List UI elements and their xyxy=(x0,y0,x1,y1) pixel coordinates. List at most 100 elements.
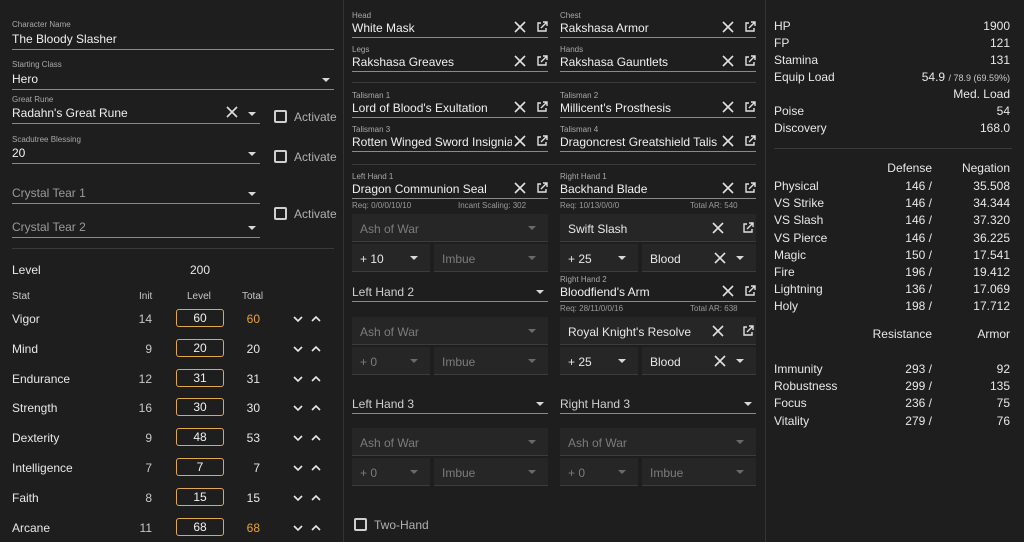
clear-icon[interactable] xyxy=(722,101,734,113)
chevron-up-icon[interactable] xyxy=(311,462,321,476)
chevron-down-icon[interactable] xyxy=(293,432,303,446)
open-external-icon[interactable] xyxy=(536,21,548,33)
left-hand-3-select[interactable]: Left Hand 3 xyxy=(352,397,548,414)
great-rune-activate-label: Activate xyxy=(294,110,337,124)
left-hand-2-select[interactable]: Left Hand 2 xyxy=(352,285,548,302)
clear-icon[interactable] xyxy=(514,21,526,33)
starting-class-select[interactable]: Hero xyxy=(12,72,334,90)
stat-arcane-level-input[interactable]: 68 xyxy=(176,517,224,536)
clear-icon[interactable] xyxy=(722,285,734,297)
open-external-icon[interactable] xyxy=(744,101,756,113)
right-hand-2-upgrade-select[interactable]: + 25 xyxy=(560,347,638,375)
clear-icon[interactable] xyxy=(722,182,734,194)
open-external-icon[interactable] xyxy=(744,21,756,33)
left-hand-3-imbue-select[interactable]: Imbue xyxy=(434,458,548,486)
left-hand-1-imbue-select[interactable]: Imbue xyxy=(434,244,548,272)
right-hand-1-upgrade-select[interactable]: + 25 xyxy=(560,244,638,272)
right-hand-2-imbue-select[interactable]: Blood xyxy=(642,347,756,375)
clear-icon[interactable] xyxy=(514,55,526,67)
left-hand-3-ash-select[interactable]: Ash of War xyxy=(352,428,548,456)
right-hand-1-imbue-select[interactable]: Blood xyxy=(642,244,756,272)
init-header: Init xyxy=(139,291,153,302)
chevron-up-icon[interactable] xyxy=(311,492,321,506)
right-hand-3-ash-select[interactable]: Ash of War xyxy=(560,428,756,456)
stat-strength-level-input[interactable]: 30 xyxy=(176,398,224,417)
stat-dexterity-level-input[interactable]: 48 xyxy=(176,428,224,447)
right-hand-1-requirements: Req: 10/13/0/0/0 xyxy=(560,201,620,210)
talisman-4-select[interactable]: Dragoncrest Greatshield Talisman xyxy=(560,135,756,152)
chevron-up-icon[interactable] xyxy=(311,313,321,327)
right-hand-3-imbue-select[interactable]: Imbue xyxy=(642,458,756,486)
open-external-icon[interactable] xyxy=(536,182,548,194)
stat-mind-level-input[interactable]: 20 xyxy=(176,338,224,357)
talisman-1-select[interactable]: Lord of Blood's Exultation xyxy=(352,101,548,118)
right-hand-2-ash-select[interactable]: Royal Knight's Resolve xyxy=(560,317,756,345)
great-rune-activate-checkbox[interactable] xyxy=(274,110,287,123)
right-hand-2-select[interactable]: Bloodfiend's Arm xyxy=(560,285,756,302)
crystal-tear-activate-checkbox[interactable] xyxy=(274,207,287,220)
left-hand-2-imbue-select[interactable]: Imbue xyxy=(434,347,548,375)
open-external-icon[interactable] xyxy=(536,101,548,113)
open-external-icon[interactable] xyxy=(536,55,548,67)
clear-icon[interactable] xyxy=(722,55,734,67)
stat-endurance-level-input[interactable]: 31 xyxy=(176,368,224,387)
clear-icon[interactable] xyxy=(514,135,526,147)
right-hand-3-upgrade-select[interactable]: + 0 xyxy=(560,458,638,486)
left-hand-3-upgrade-select[interactable]: + 0 xyxy=(352,458,430,486)
chevron-down-icon[interactable] xyxy=(293,492,303,506)
chevron-up-icon[interactable] xyxy=(311,432,321,446)
chevron-down-icon[interactable] xyxy=(293,343,303,357)
clear-icon[interactable] xyxy=(712,325,724,337)
column-divider xyxy=(765,0,766,542)
clear-icon[interactable] xyxy=(714,355,726,367)
chevron-down-icon xyxy=(528,329,536,333)
great-rune-select[interactable]: Radahn's Great Rune xyxy=(12,106,260,124)
character-name-input[interactable]: The Bloody Slasher xyxy=(12,32,334,50)
clear-icon[interactable] xyxy=(722,135,734,147)
open-external-icon[interactable] xyxy=(742,222,754,234)
chevron-up-icon[interactable] xyxy=(311,343,321,357)
left-hand-1-select[interactable]: Dragon Communion Seal xyxy=(352,182,548,199)
right-hand-1-ash-select[interactable]: Swift Slash xyxy=(560,214,756,242)
crystal-tear-2-select[interactable]: Crystal Tear 2 xyxy=(12,220,260,238)
hands-select[interactable]: Rakshasa Gauntlets xyxy=(560,55,756,72)
stat-vigor-level-input[interactable]: 60 xyxy=(176,309,224,327)
legs-select[interactable]: Rakshasa Greaves xyxy=(352,55,548,72)
chevron-down-icon[interactable] xyxy=(293,462,303,476)
clear-icon[interactable] xyxy=(714,252,726,264)
left-hand-1-ash-select[interactable]: Ash of War xyxy=(352,214,548,242)
clear-icon[interactable] xyxy=(514,182,526,194)
stat-faith-level-input[interactable]: 15 xyxy=(176,487,224,506)
crystal-tear-1-select[interactable]: Crystal Tear 1 xyxy=(12,186,260,204)
clear-icon[interactable] xyxy=(712,222,724,234)
chevron-down-icon[interactable] xyxy=(293,313,303,327)
head-select[interactable]: White Mask xyxy=(352,21,548,38)
left-hand-1-upgrade-select[interactable]: + 10 xyxy=(352,244,430,272)
open-external-icon[interactable] xyxy=(744,182,756,194)
left-hand-2-upgrade-select[interactable]: + 0 xyxy=(352,347,430,375)
right-hand-1-select[interactable]: Backhand Blade xyxy=(560,182,756,199)
chevron-down-icon[interactable] xyxy=(293,402,303,416)
chest-select[interactable]: Rakshasa Armor xyxy=(560,21,756,38)
talisman-2-select[interactable]: Millicent's Prosthesis xyxy=(560,101,756,118)
stat-intelligence-level-input[interactable]: 7 xyxy=(176,458,224,476)
scadutree-blessing-select[interactable]: 20 xyxy=(12,146,260,164)
chevron-up-icon[interactable] xyxy=(311,373,321,387)
open-external-icon[interactable] xyxy=(744,285,756,297)
clear-icon[interactable] xyxy=(722,21,734,33)
two-hand-checkbox[interactable] xyxy=(354,518,367,531)
chevron-up-icon[interactable] xyxy=(311,402,321,416)
clear-icon[interactable] xyxy=(226,106,238,118)
left-hand-2-ash-select[interactable]: Ash of War xyxy=(352,317,548,345)
chevron-up-icon[interactable] xyxy=(311,522,321,536)
open-external-icon[interactable] xyxy=(744,55,756,67)
chevron-down-icon[interactable] xyxy=(293,373,303,387)
clear-icon[interactable] xyxy=(514,101,526,113)
talisman-3-select[interactable]: Rotten Winged Sword Insignia xyxy=(352,135,548,152)
chevron-down-icon[interactable] xyxy=(293,522,303,536)
open-external-icon[interactable] xyxy=(744,135,756,147)
blessing-activate-checkbox[interactable] xyxy=(274,150,287,163)
open-external-icon[interactable] xyxy=(742,325,754,337)
right-hand-3-select[interactable]: Right Hand 3 xyxy=(560,397,756,414)
open-external-icon[interactable] xyxy=(536,135,548,147)
